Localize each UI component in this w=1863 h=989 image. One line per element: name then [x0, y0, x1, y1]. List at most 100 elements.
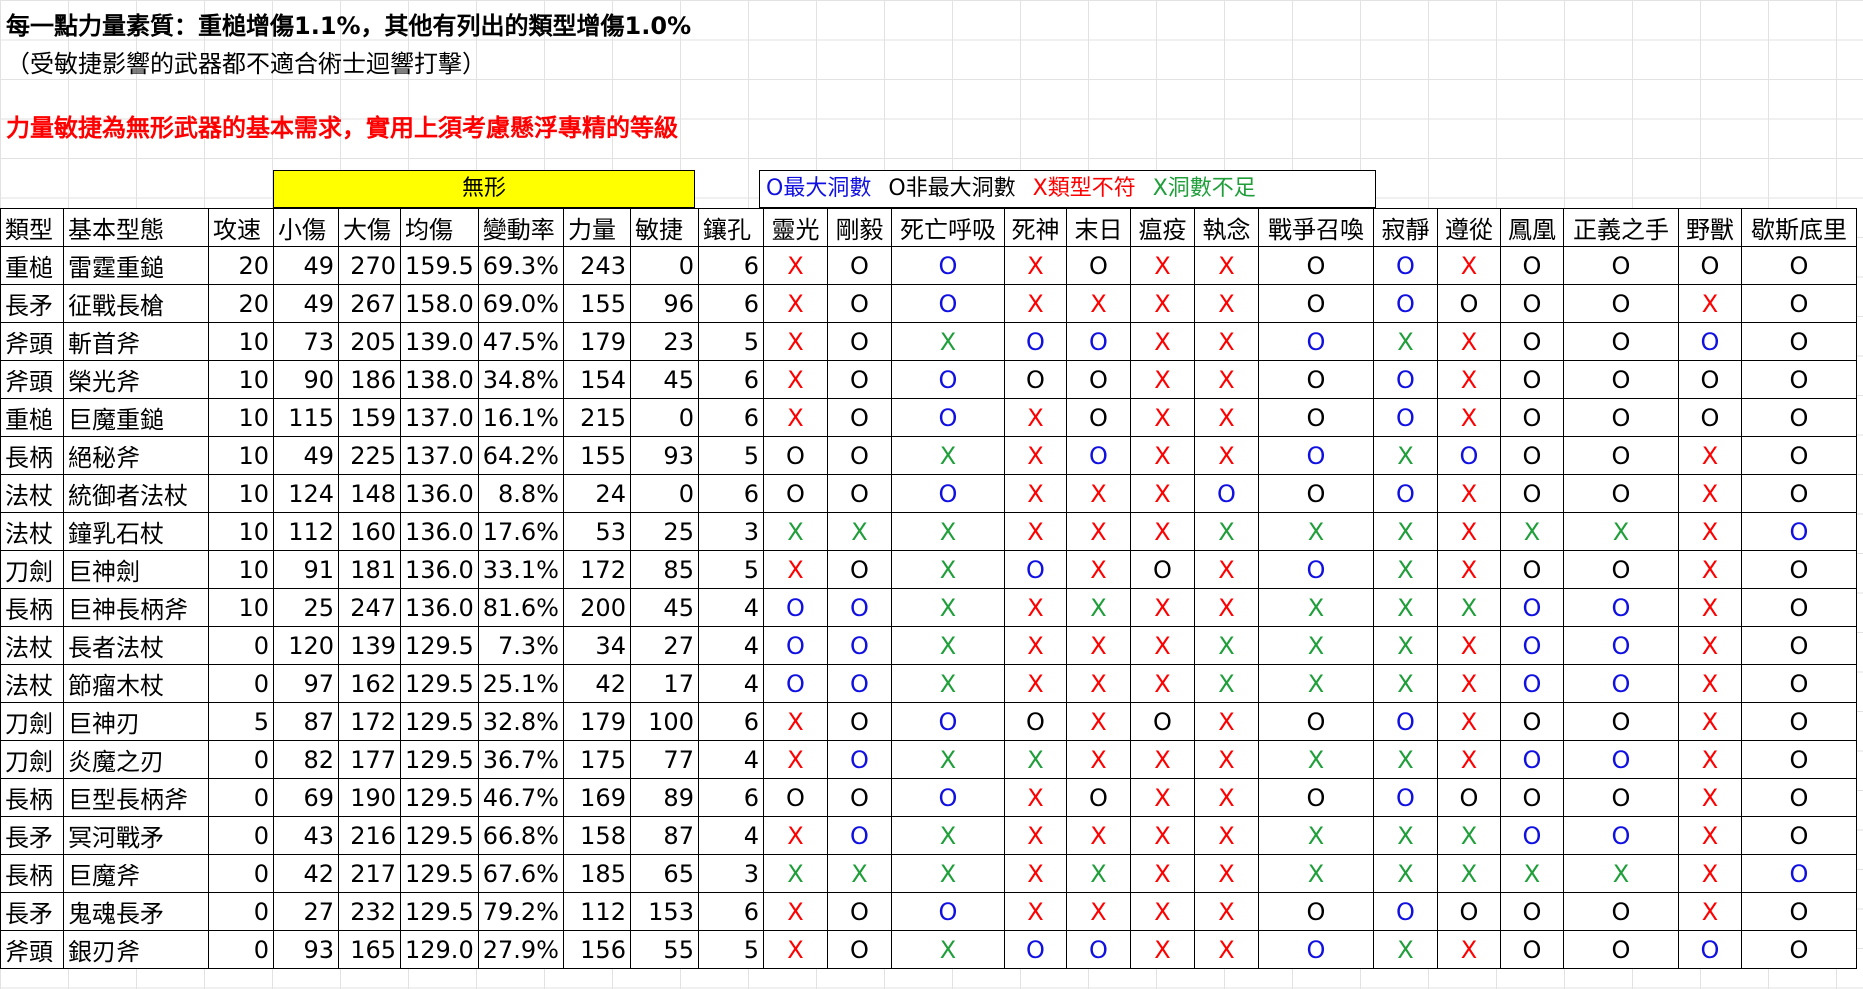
cell-runeword-mark: O — [1436, 284, 1501, 323]
column-header: 鑲孔 — [697, 208, 764, 247]
mark-symbol: X — [1090, 555, 1107, 584]
mark-symbol: X — [1154, 517, 1171, 546]
mark-symbol: O — [938, 365, 958, 394]
mark-symbol: X — [1218, 669, 1235, 698]
cell-runeword-mark: O — [1436, 892, 1501, 931]
cell-min: 49 — [273, 284, 339, 323]
cell-speed: 20 — [208, 284, 274, 323]
table-body: 重槌 雷霆重鎚 20 49 270 159.5 69.3% 243 0 6 X O O X O X X O O X O O… — [0, 246, 1857, 969]
cell-runeword-mark: O — [1257, 892, 1374, 931]
cell-runeword-mark: X — [890, 512, 1005, 551]
cell-str: 24 — [562, 474, 631, 513]
cell-name: 長者法杖 — [63, 626, 209, 665]
cell-speed: 0 — [208, 664, 274, 703]
cell-runeword-mark: O — [890, 360, 1005, 399]
cell-runeword-mark: O — [1257, 246, 1374, 285]
mark-symbol: O — [1459, 289, 1479, 318]
cell-sockets: 5 — [697, 322, 764, 361]
cell-runeword-mark: O — [1372, 778, 1438, 817]
cell-min: 124 — [273, 474, 339, 513]
cell-runeword-mark: O — [1499, 474, 1564, 513]
mark-symbol: O — [1522, 251, 1542, 280]
cell-type: 長矛 — [0, 816, 64, 855]
cell-max: 139 — [338, 626, 401, 665]
cell-speed: 0 — [208, 892, 274, 931]
cell-type: 長柄 — [0, 588, 64, 627]
cell-dex: 17 — [629, 664, 699, 703]
cell-runeword-mark: X — [1257, 588, 1374, 627]
table-row: 法杖 鐘乳石杖 10 112 160 136.0 17.6% 53 25 3 X X X X X X X X X X X… — [0, 512, 1857, 551]
cell-type: 長矛 — [0, 892, 64, 931]
column-header: 執念 — [1193, 208, 1259, 247]
cell-str: 215 — [562, 398, 631, 437]
mark-symbol: X — [1218, 441, 1235, 470]
mark-symbol: X — [1218, 365, 1235, 394]
mark-symbol: O — [1089, 783, 1108, 812]
cell-runeword-mark: O — [1740, 892, 1857, 931]
mark-symbol: X — [1027, 441, 1044, 470]
cell-runeword-mark: X — [1677, 740, 1742, 779]
mark-symbol: O — [850, 631, 869, 660]
mark-symbol: X — [939, 745, 957, 774]
mark-symbol: X — [1701, 631, 1719, 660]
mark-symbol: O — [1306, 441, 1326, 470]
cell-runeword-mark: X — [1003, 854, 1067, 893]
cell-runeword-mark: X — [1193, 284, 1259, 323]
cell-runeword-mark: X — [1129, 474, 1195, 513]
mark-symbol: X — [1027, 821, 1044, 850]
cell-runeword-mark: O — [1562, 778, 1679, 817]
cell-var: 33.1% — [477, 550, 564, 589]
cell-sockets: 6 — [697, 246, 764, 285]
cell-runeword-mark: O — [762, 588, 828, 627]
mark-symbol: O — [938, 897, 958, 926]
mark-symbol: X — [1460, 403, 1478, 432]
cell-sockets: 6 — [697, 360, 764, 399]
cell-min: 43 — [273, 816, 339, 855]
cell-runeword-mark: O — [826, 702, 892, 741]
cell-runeword-mark: O — [762, 778, 828, 817]
cell-runeword-mark: O — [890, 892, 1005, 931]
cell-str: 185 — [562, 854, 631, 893]
cell-min: 93 — [273, 930, 339, 969]
cell-dex: 89 — [629, 778, 699, 817]
mark-symbol: O — [1089, 403, 1108, 432]
mark-symbol: O — [1522, 935, 1542, 964]
cell-runeword-mark: O — [1740, 360, 1857, 399]
cell-runeword-mark: O — [890, 398, 1005, 437]
cell-min: 91 — [273, 550, 339, 589]
mark-symbol: X — [787, 859, 804, 888]
cell-sockets: 4 — [697, 588, 764, 627]
column-header: 戰爭召喚 — [1257, 208, 1374, 247]
cell-runeword-mark: O — [1499, 360, 1564, 399]
cell-speed: 0 — [208, 854, 274, 893]
mark-symbol: X — [1154, 783, 1171, 812]
mark-symbol: O — [1153, 707, 1172, 736]
cell-runeword-mark: X — [826, 854, 892, 893]
mark-symbol: O — [1459, 783, 1479, 812]
cell-runeword-mark: X — [1372, 588, 1438, 627]
cell-runeword-mark: O — [1257, 398, 1374, 437]
mark-symbol: X — [1460, 631, 1478, 660]
mark-symbol: O — [1153, 555, 1172, 584]
cell-runeword-mark: X — [1193, 626, 1259, 665]
cell-runeword-mark: O — [1372, 284, 1438, 323]
table-row: 長矛 征戰長槍 20 49 267 158.0 69.0% 155 96 6 X O O X X X X O O O O… — [0, 284, 1857, 323]
cell-runeword-mark: O — [1065, 322, 1131, 361]
cell-runeword-mark: X — [1436, 360, 1501, 399]
cell-dex: 27 — [629, 626, 699, 665]
column-header: 類型 — [0, 208, 64, 247]
cell-runeword-mark: X — [890, 664, 1005, 703]
cell-max: 225 — [338, 436, 401, 475]
cell-runeword-mark: X — [890, 322, 1005, 361]
table-row: 刀劍 巨神刃 5 87 172 129.5 32.8% 179 100 6 X O O O X O X O O X O O… — [0, 702, 1857, 741]
mark-symbol: O — [1611, 783, 1631, 812]
cell-runeword-mark: X — [1193, 322, 1259, 361]
mark-symbol: X — [1154, 365, 1171, 394]
mark-symbol: X — [787, 897, 804, 926]
cell-runeword-mark: X — [1677, 436, 1742, 475]
cell-runeword-mark: O — [1499, 702, 1564, 741]
cell-runeword-mark: O — [1499, 588, 1564, 627]
mark-symbol: X — [787, 555, 804, 584]
cell-runeword-mark: X — [1129, 892, 1195, 931]
mark-symbol: O — [1522, 821, 1542, 850]
